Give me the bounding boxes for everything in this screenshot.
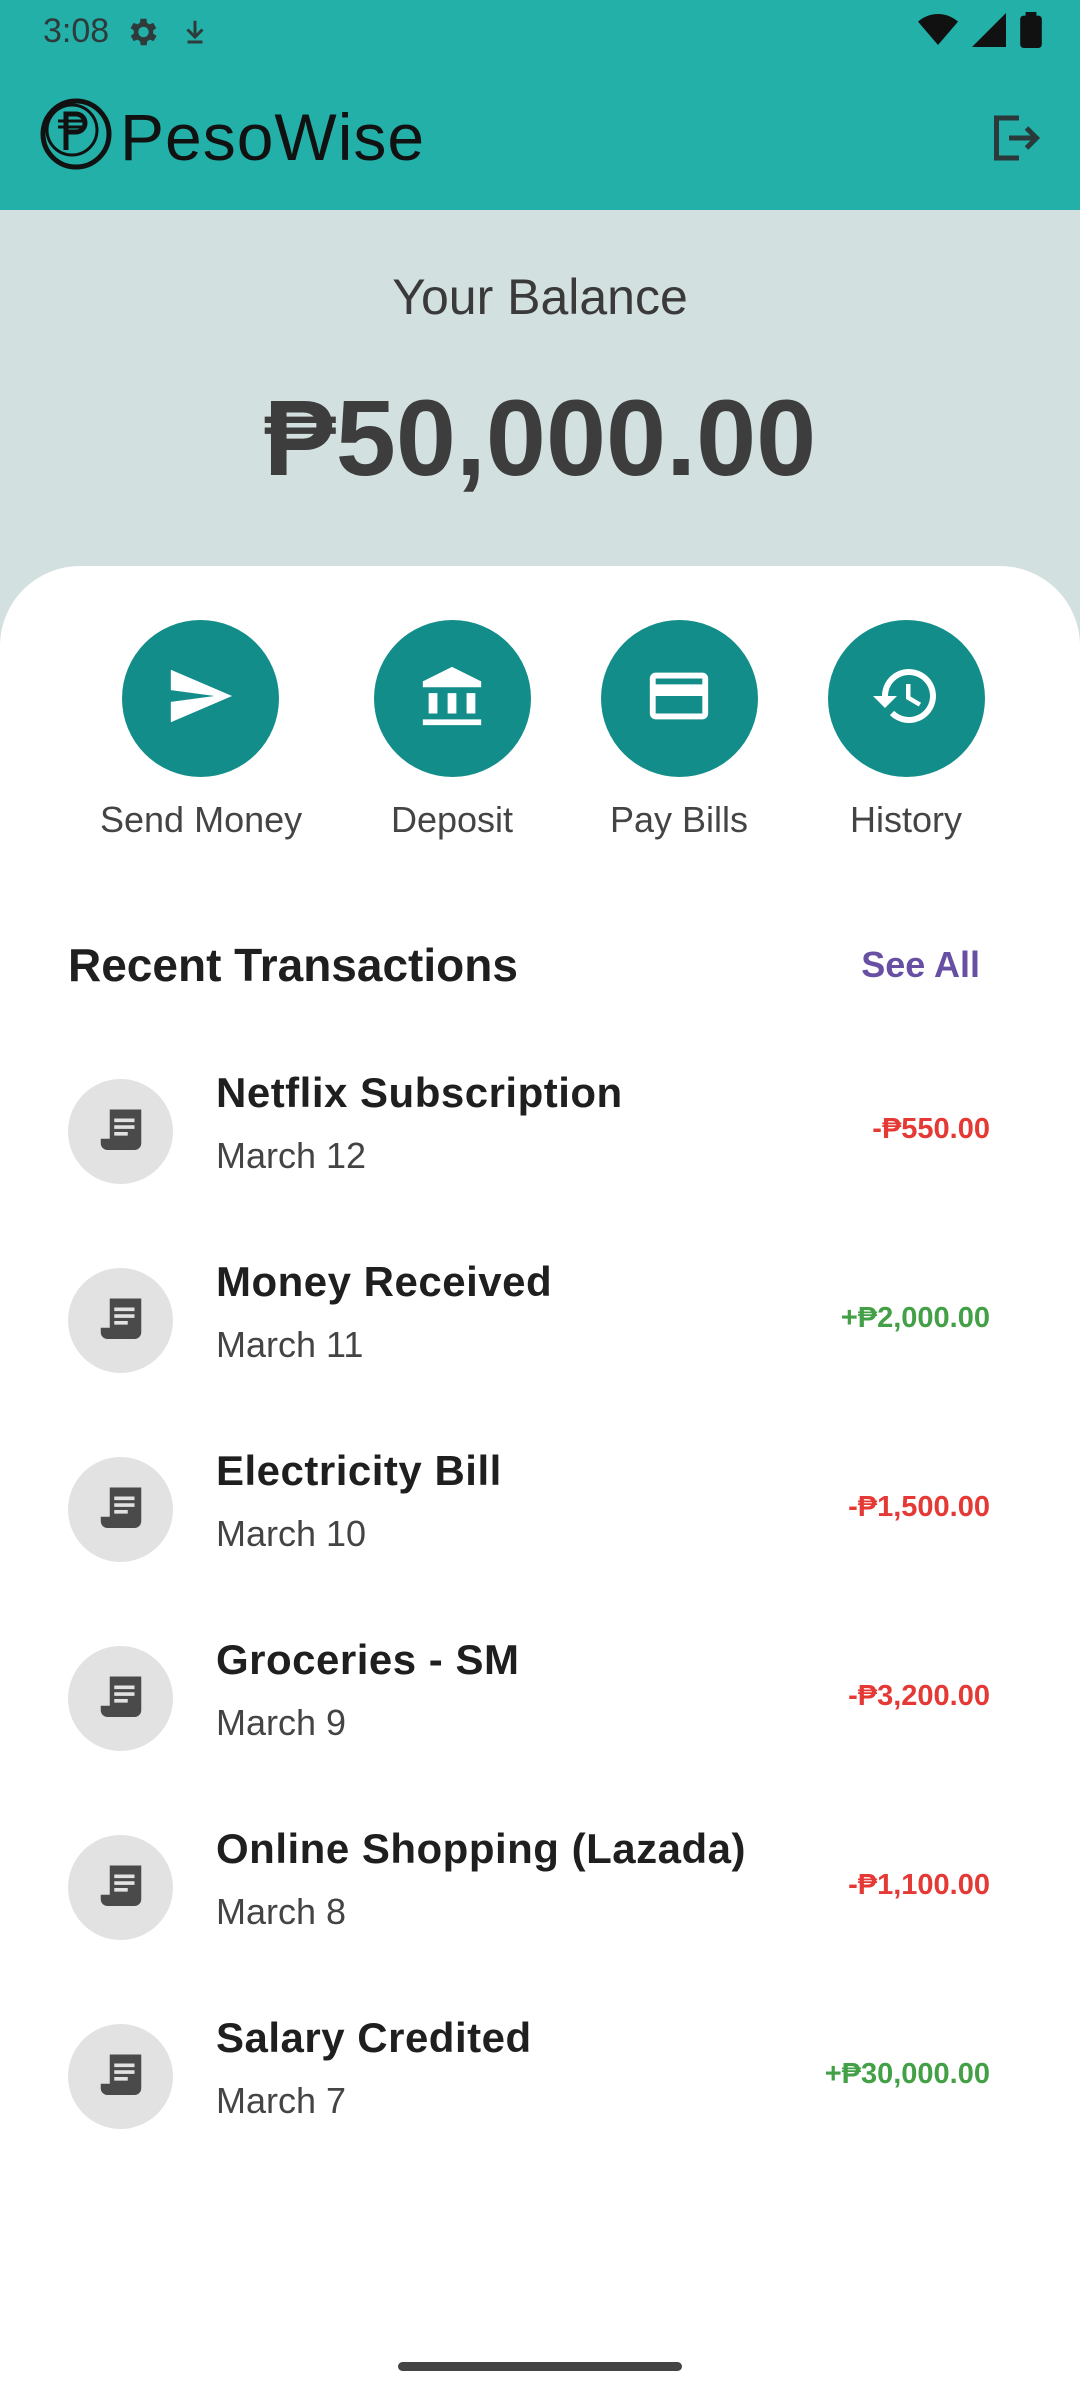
receipt-icon	[68, 1835, 173, 1940]
section-title: Recent Transactions	[68, 939, 518, 991]
transaction-name: Electricity Bill	[216, 1447, 502, 1494]
send-icon	[165, 661, 235, 736]
transaction-amount: +₱30,000.00	[824, 2058, 990, 2090]
receipt-icon	[68, 1646, 173, 1751]
transaction-row[interactable]: Salary Credited March 7 +₱30,000.00	[0, 2008, 1080, 2148]
receipt-icon	[68, 2024, 173, 2129]
receipt-icon	[68, 1457, 173, 1562]
status-time: 3:08	[43, 12, 110, 50]
peso-coin-icon	[40, 94, 116, 179]
signal-icon	[972, 13, 1006, 52]
gear-icon	[124, 14, 160, 55]
transaction-name: Groceries - SM	[216, 1636, 520, 1683]
transaction-date: March 9	[216, 1702, 347, 1743]
transaction-row[interactable]: Groceries - SM March 9 -₱3,200.00	[0, 1630, 1080, 1770]
battery-icon	[1020, 12, 1042, 53]
download-arrow-icon	[180, 14, 210, 55]
pay-bills-circle[interactable]	[600, 620, 758, 777]
home-indicator[interactable]	[398, 2362, 682, 2371]
history-label: History	[849, 799, 962, 840]
transaction-date: March 10	[216, 1513, 367, 1554]
wifi-icon	[918, 12, 958, 53]
main-sheet: Send Money Deposit Pay Bills History Rec…	[0, 566, 1080, 2400]
see-all-link[interactable]: See All	[861, 944, 980, 986]
transaction-date: March 12	[216, 1135, 367, 1176]
card-icon	[644, 661, 714, 736]
history-circle[interactable]	[827, 620, 985, 777]
transaction-amount: -₱1,500.00	[848, 1491, 990, 1523]
transaction-name: Netflix Subscription	[216, 1069, 623, 1116]
transaction-name: Online Shopping (Lazada)	[216, 1825, 746, 1872]
status-bar: 3:08	[0, 0, 1080, 62]
transaction-date: March 11	[216, 1324, 364, 1365]
pay-bills-button[interactable]: Pay Bills	[579, 620, 779, 841]
balance-amount: ₱50,000.00	[263, 377, 817, 498]
send-money-label: Send Money	[100, 799, 303, 840]
deposit-label: Deposit	[390, 799, 514, 840]
transaction-amount: -₱3,200.00	[848, 1680, 990, 1712]
deposit-circle[interactable]	[373, 620, 531, 777]
bank-icon	[417, 661, 487, 736]
receipt-icon	[68, 1079, 173, 1184]
history-icon	[870, 660, 942, 737]
app-bar: PesoWise	[0, 62, 1080, 210]
transaction-date: March 8	[216, 1891, 347, 1932]
transaction-amount: -₱550.00	[872, 1113, 990, 1145]
send-money-circle[interactable]	[121, 620, 279, 777]
pay-bills-label: Pay Bills	[609, 799, 749, 840]
transaction-row[interactable]: Electricity Bill March 10 -₱1,500.00	[0, 1441, 1080, 1581]
transaction-row[interactable]: Money Received March 11 +₱2,000.00	[0, 1252, 1080, 1392]
balance-title: Your Balance	[392, 269, 688, 325]
transaction-name: Salary Credited	[216, 2014, 532, 2061]
transaction-row[interactable]: Online Shopping (Lazada) March 8 -₱1,100…	[0, 1819, 1080, 1959]
history-button[interactable]: History	[806, 620, 1006, 841]
receipt-icon	[68, 1268, 173, 1373]
send-money-button[interactable]: Send Money	[100, 620, 303, 841]
logout-icon	[984, 115, 1044, 172]
app-logo: PesoWise	[40, 94, 425, 179]
transaction-row[interactable]: Netflix Subscription March 12 -₱550.00	[0, 1063, 1080, 1203]
app-name: PesoWise	[120, 99, 426, 174]
transaction-date: March 7	[216, 2080, 347, 2121]
deposit-button[interactable]: Deposit	[352, 620, 552, 841]
logout-button[interactable]	[984, 108, 1044, 168]
transaction-amount: -₱1,100.00	[848, 1869, 990, 1901]
transaction-amount: +₱2,000.00	[840, 1302, 990, 1334]
transaction-name: Money Received	[216, 1258, 553, 1305]
